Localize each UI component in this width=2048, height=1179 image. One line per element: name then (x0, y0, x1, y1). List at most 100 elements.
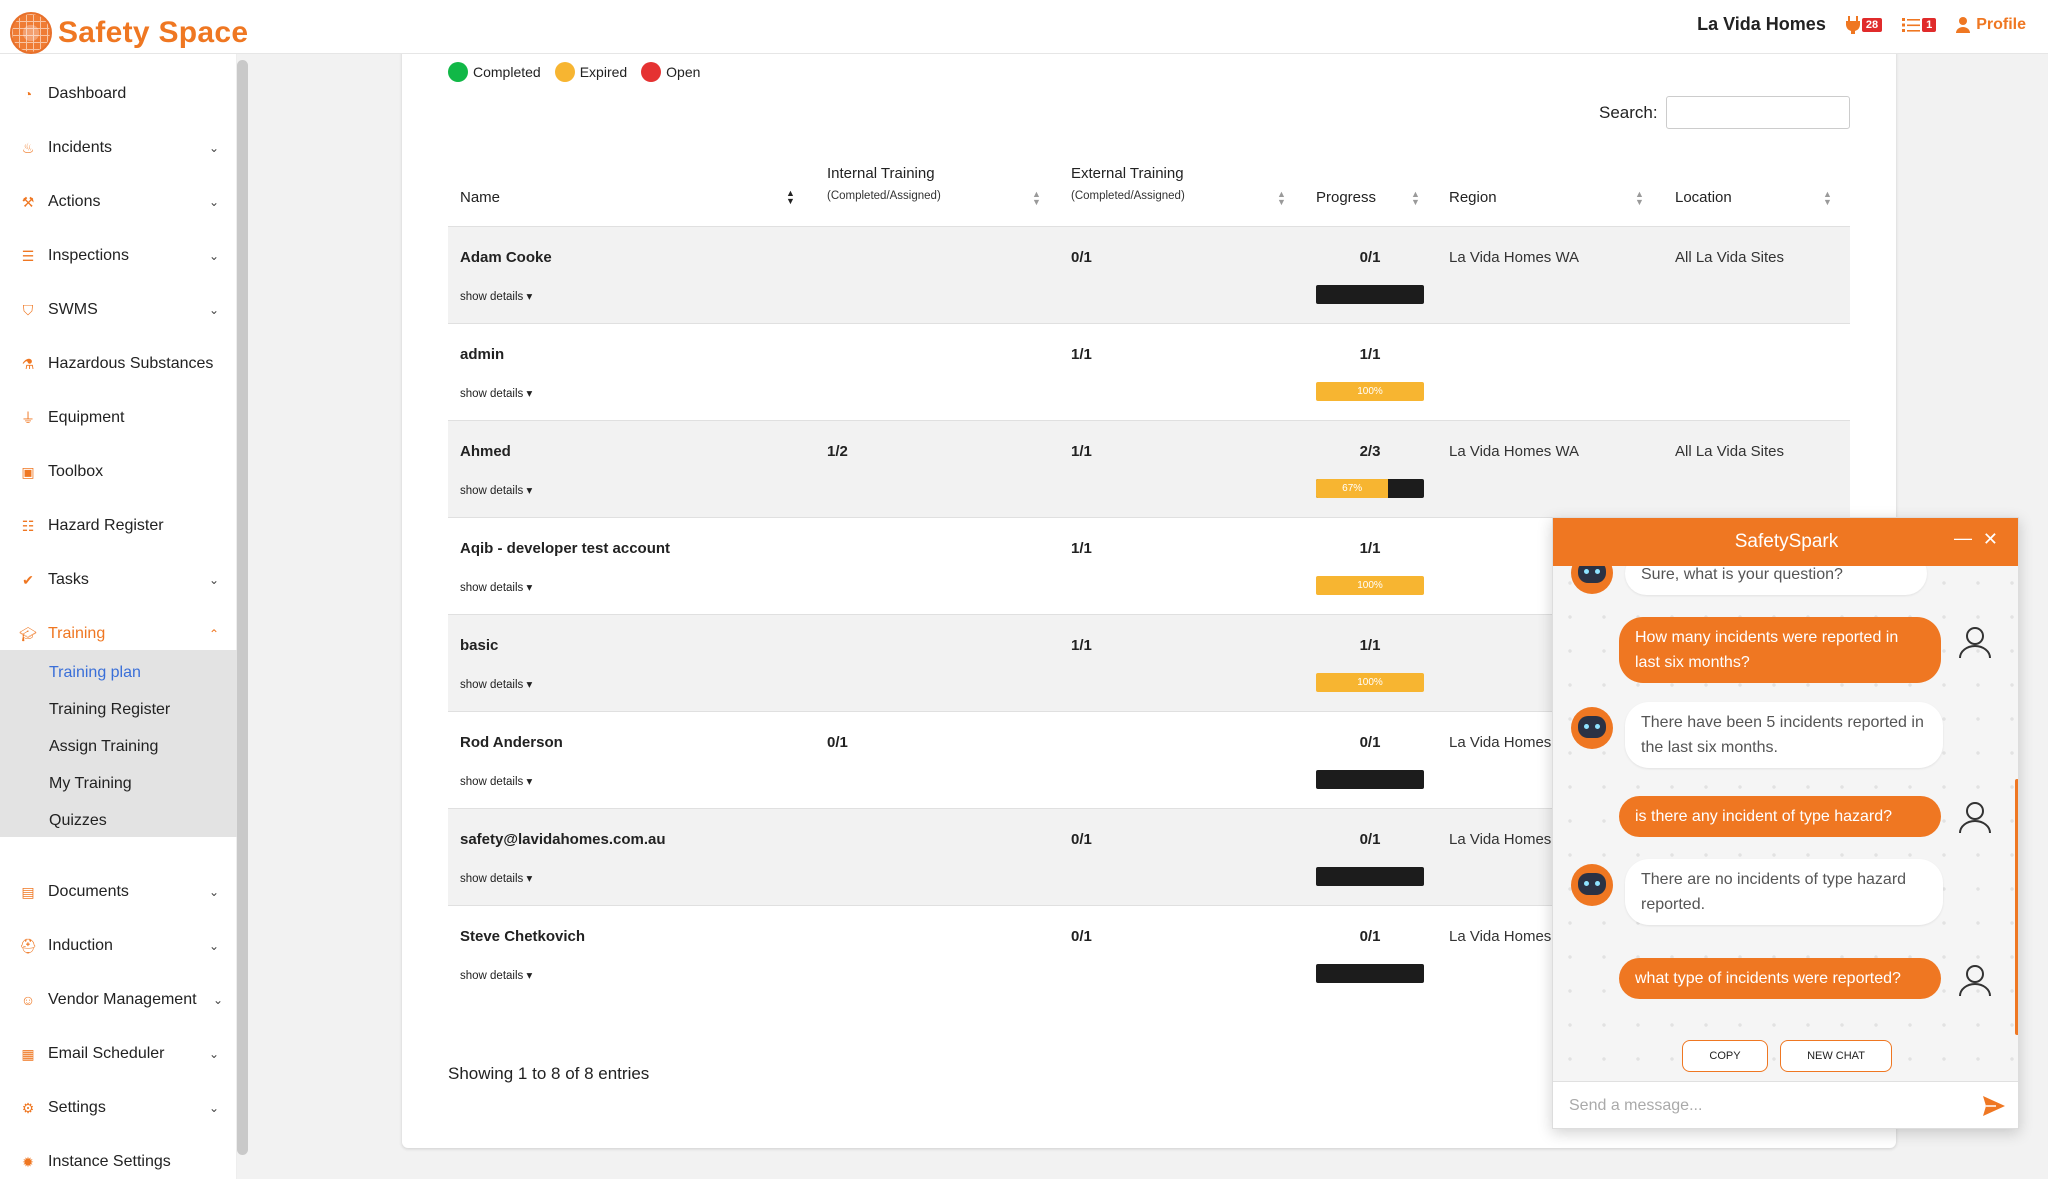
sidebar-item-label: Instance Settings (48, 1153, 171, 1170)
send-icon[interactable] (1982, 1095, 2006, 1117)
row-external: 1/1 (1071, 346, 1092, 363)
sidebar-item-actions[interactable]: ⚒ Actions ⌄ (0, 182, 237, 222)
app-name: Safety Space (58, 16, 249, 49)
progress-bar: 67% (1316, 479, 1424, 498)
sidebar-item-hazard-register[interactable]: ☷ Hazard Register (0, 506, 237, 546)
sidebar-item-instance-settings[interactable]: ✹ Instance Settings (0, 1142, 237, 1179)
sidebar-item-incidents[interactable]: ♨ Incidents ⌄ (0, 128, 237, 168)
sidebar-item-dashboard[interactable]: ◔ Dashboard (0, 74, 237, 114)
sidebar-item-label: Induction (48, 937, 113, 954)
show-details-link[interactable]: show details ▾ (460, 871, 532, 885)
sort-icon[interactable]: ▲ ▼ (1823, 190, 1832, 207)
sort-icon[interactable]: ▲ ▼ (1635, 190, 1644, 207)
sidebar-scrollbar[interactable] (237, 60, 248, 1155)
sidebar-item-hazardous-substances[interactable]: ⚗ Hazardous Substances (0, 344, 237, 384)
chat-header: SafetySpark — ✕ (1553, 518, 2018, 566)
chat-input[interactable]: Send a message... (1553, 1081, 2018, 1128)
new-chat-button[interactable]: NEW CHAT (1780, 1040, 1892, 1072)
sidebar-item-equipment[interactable]: ⏚ Equipment (0, 398, 237, 438)
caret-down-icon: ▾ (526, 776, 533, 788)
sort-asc-icon[interactable]: ▲ ▼ (786, 189, 795, 206)
sidebar-item-swms[interactable]: ⛉ SWMS ⌄ (0, 290, 237, 330)
sidebar-item-email-scheduler[interactable]: ▦ Email Scheduler ⌄ (0, 1034, 237, 1074)
table-row[interactable]: Ahmed show details ▾ 1/2 1/1 2/3 67% La Vida H… (448, 420, 1850, 517)
legend-expired: Expired (554, 62, 627, 82)
sidebar-item-training[interactable]: 🎓︎ Training ⌃ (0, 614, 237, 654)
show-details-link[interactable]: show details ▾ (460, 774, 532, 788)
sidebar-item-inspections[interactable]: ☰ Inspections ⌄ (0, 236, 237, 276)
row-progress: 1/1 (1359, 540, 1381, 557)
green-dot-icon (448, 62, 468, 82)
sidebar-subitem-quizzes[interactable]: Quizzes (49, 812, 107, 830)
sidebar-item-documents[interactable]: ▤ Documents ⌄ (0, 872, 237, 912)
user-message: what type of incidents were reported? (1619, 958, 1941, 999)
gear-icon: ✹ (22, 1153, 34, 1170)
col-region[interactable]: Region (1449, 189, 1497, 206)
col-progress[interactable]: Progress (1316, 189, 1376, 206)
tasks-button[interactable]: 1 (1902, 17, 1937, 33)
col-internal-sub: (Completed/Assigned) (827, 190, 941, 202)
show-details-link[interactable]: show details ▾ (460, 968, 532, 982)
profile-button[interactable]: Profile (1956, 16, 2026, 34)
row-name: admin (460, 346, 505, 363)
row-name: Rod Anderson (460, 734, 563, 751)
sort-icon[interactable]: ▲ ▼ (1411, 190, 1420, 207)
chevron-down-icon: ⌄ (208, 573, 219, 587)
sort-icon[interactable]: ▲ ▼ (1277, 190, 1286, 207)
sidebar-subitem-training-plan[interactable]: Training plan (49, 664, 141, 682)
task-list-icon (1902, 17, 1921, 32)
sidebar: ◔ Dashboard ♨ Incidents ⌄ ⚒ Actions ⌄ ☰ … (0, 54, 237, 1179)
col-external-label: External Training (1071, 165, 1184, 182)
col-external[interactable]: External Training (Completed/Assigned) (1071, 165, 1185, 202)
row-region: La Vida Homes (1449, 734, 1552, 751)
minimize-icon[interactable]: — (1954, 528, 1972, 549)
table-row[interactable]: admin show details ▾ 1/1 1/1 100% (448, 323, 1850, 420)
sidebar-item-settings[interactable]: ⚙ Settings ⌄ (0, 1088, 237, 1128)
sidebar-item-tasks[interactable]: ✔ Tasks ⌄ (0, 560, 237, 600)
row-internal: 0/1 (827, 734, 848, 751)
legend-label: Open (666, 64, 701, 80)
row-progress: 0/1 (1359, 249, 1381, 266)
table-row[interactable]: Adam Cooke show details ▾ 0/1 0/1 La Vida Ho… (448, 226, 1850, 323)
show-details-link[interactable]: show details ▾ (460, 677, 532, 691)
sidebar-item-toolbox[interactable]: ▣ Toolbox (0, 452, 237, 492)
table-info: Showing 1 to 8 of 8 entries (448, 1064, 650, 1083)
chat-scrollbar[interactable] (2015, 779, 2018, 1035)
alerts-button[interactable]: 28 (1845, 15, 1883, 34)
bot-message: Sure, what is your question? (1625, 566, 1927, 595)
col-external-sub: (Completed/Assigned) (1071, 190, 1185, 202)
alerts-badge: 28 (1861, 17, 1883, 32)
row-external: 1/1 (1071, 443, 1092, 460)
col-name[interactable]: Name (460, 189, 500, 206)
show-details-link[interactable]: show details ▾ (460, 580, 532, 594)
sidebar-item-label: Dashboard (48, 85, 127, 102)
col-location[interactable]: Location (1675, 189, 1732, 206)
sidebar-subitem-training-register[interactable]: Training Register (49, 701, 170, 719)
user-avatar-icon (1959, 627, 1991, 659)
sidebar-subitem-my-training[interactable]: My Training (49, 775, 132, 793)
bot-message: There have been 5 incidents reported in … (1625, 702, 1943, 768)
chevron-down-icon: ⌄ (208, 1101, 219, 1115)
sidebar-item-induction[interactable]: ⛑ Induction ⌄ (0, 926, 237, 966)
show-details-link[interactable]: show details ▾ (460, 289, 532, 303)
close-icon[interactable]: ✕ (1983, 529, 1998, 550)
row-progress: 1/1 (1359, 346, 1381, 363)
chat-widget: SafetySpark — ✕ Sure, what is your quest… (1552, 517, 2019, 1129)
users-icon: ☺ (20, 992, 36, 1008)
show-details-link[interactable]: show details ▾ (460, 483, 532, 497)
caret-down-icon: ▾ (526, 291, 533, 303)
sidebar-item-label: Incidents (48, 139, 113, 156)
progress-fill: 100% (1316, 673, 1424, 692)
gears-icon: ⚙ (21, 1099, 35, 1116)
sidebar-item-vendor-management[interactable]: ☺ Vendor Management ⌄ (0, 980, 237, 1020)
col-internal[interactable]: Internal Training (Completed/Assigned) (827, 165, 941, 202)
sidebar-subitem-assign-training[interactable]: Assign Training (49, 738, 158, 756)
show-details-link[interactable]: show details ▾ (460, 386, 532, 400)
fire-icon: ♨ (21, 139, 35, 156)
caret-down-icon: ▾ (526, 485, 533, 497)
app-logo[interactable]: Safety Space (10, 12, 248, 54)
copy-button[interactable]: COPY (1682, 1040, 1768, 1072)
search-input[interactable] (1666, 96, 1850, 129)
calendar-icon: ▦ (21, 1045, 35, 1062)
sort-icon[interactable]: ▲ ▼ (1032, 190, 1041, 207)
